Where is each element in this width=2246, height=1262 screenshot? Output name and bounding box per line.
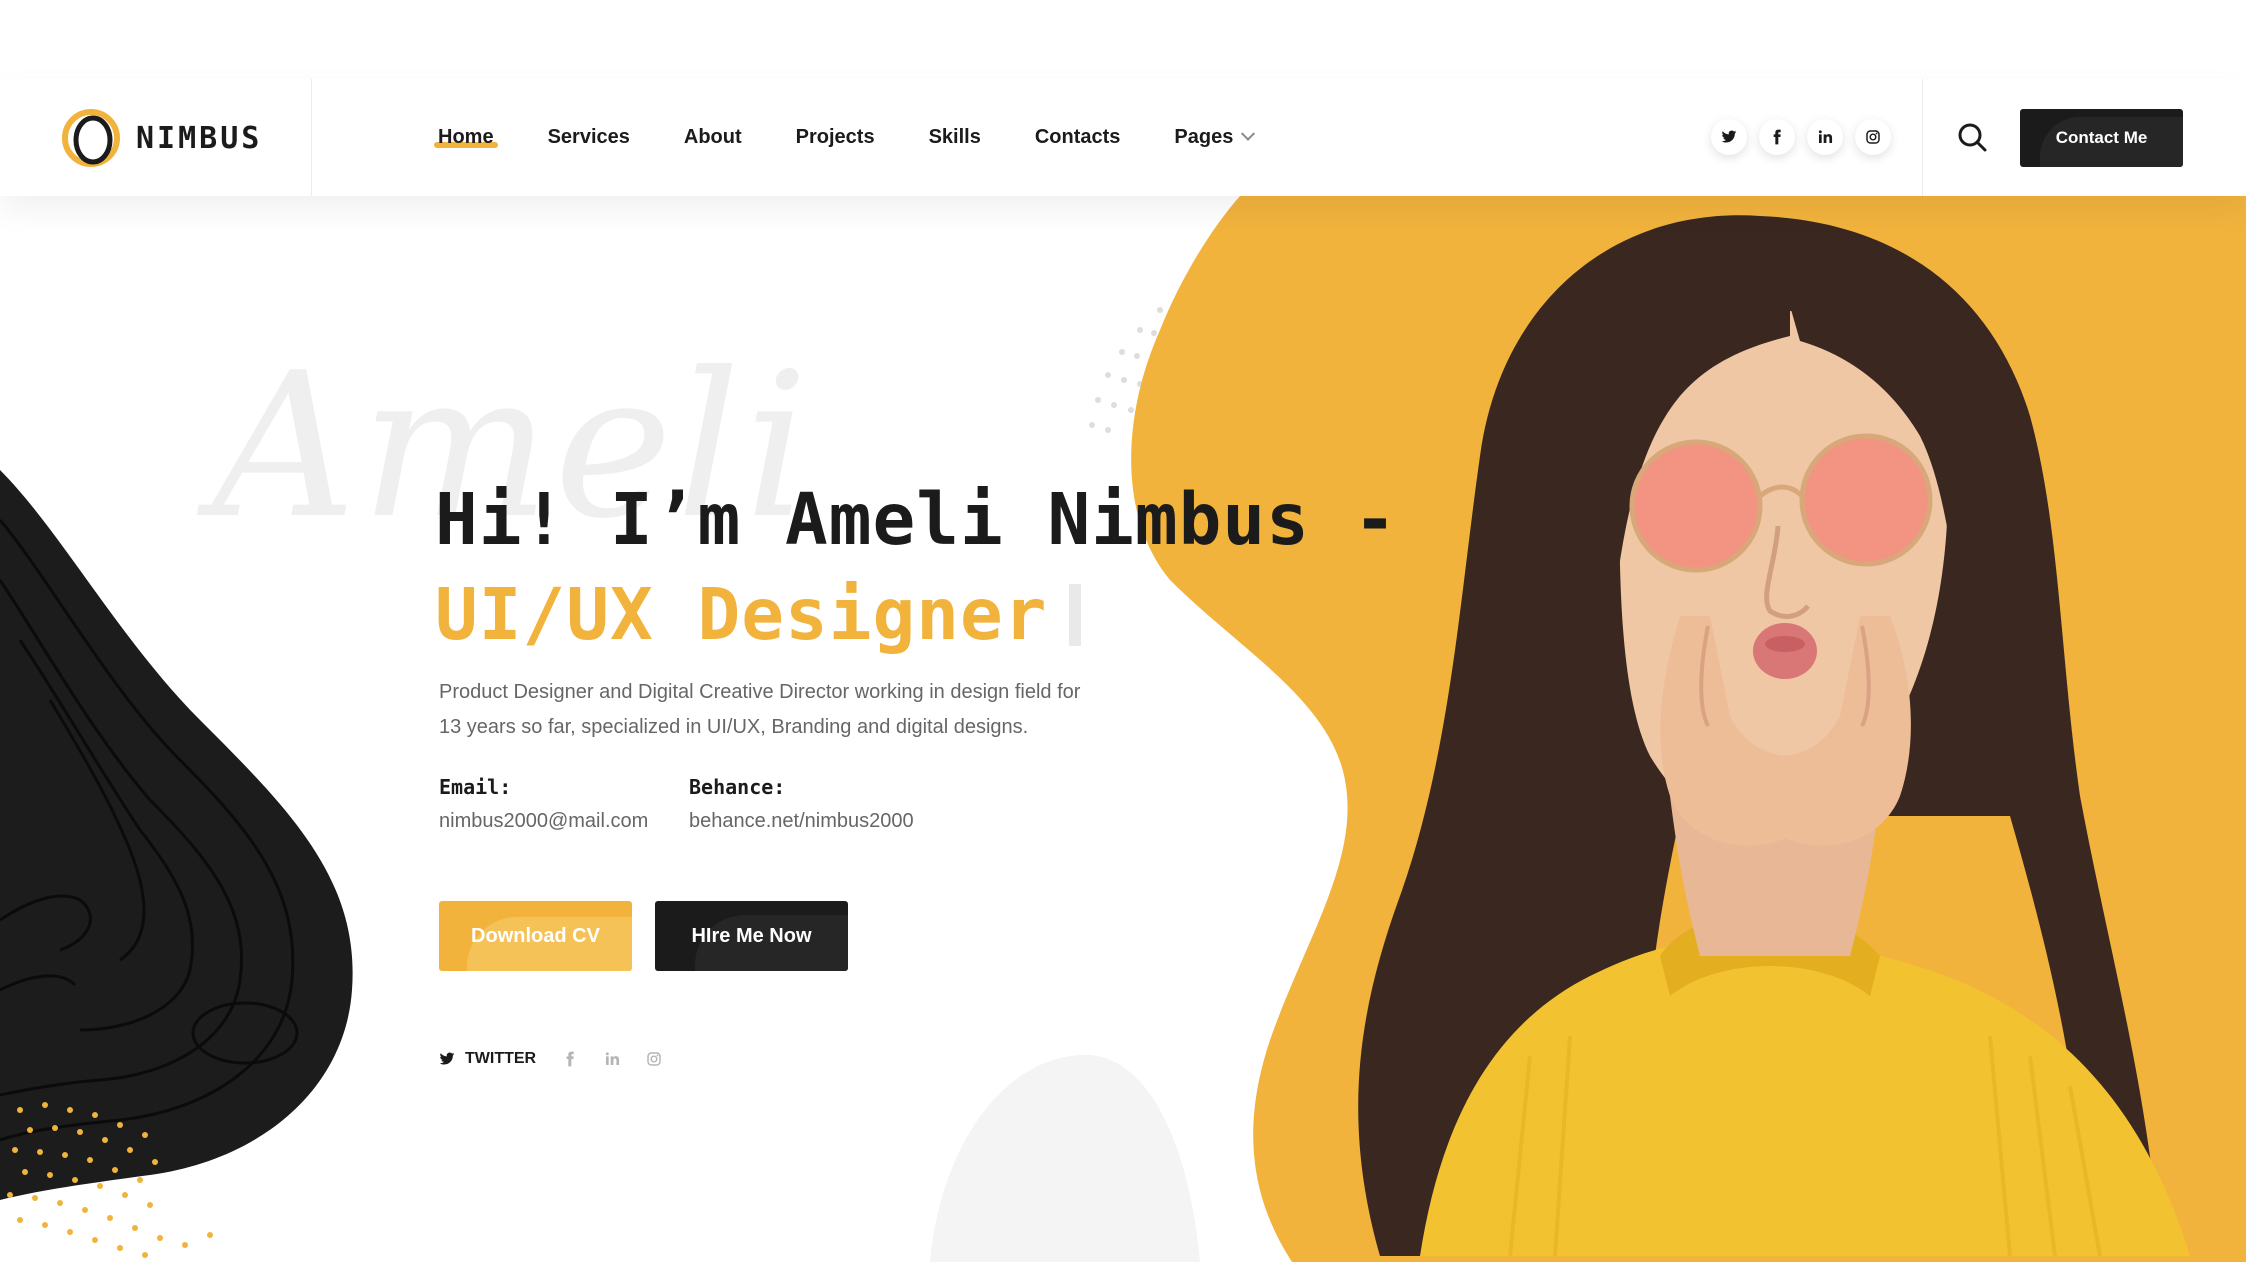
hero-subtitle: UI/UX Designer <box>435 573 1082 656</box>
hero-role: UI/UX Designer <box>435 573 1048 656</box>
brand-logo[interactable]: NIMBUS <box>58 105 308 171</box>
header-divider-right <box>1922 79 1923 196</box>
hire-me-button[interactable]: HIre Me Now <box>655 901 848 971</box>
hero-description: Product Designer and Digital Creative Di… <box>439 675 1119 745</box>
typing-cursor <box>1069 583 1082 646</box>
twitter-link[interactable]: TWITTER <box>439 1050 536 1068</box>
header-social-links <box>1711 119 1903 155</box>
twitter-label: TWITTER <box>465 1050 537 1067</box>
grey-blob <box>930 1054 1200 1262</box>
nav-item-home[interactable]: Home <box>434 126 498 149</box>
brand-name: NIMBUS <box>136 120 263 156</box>
description-line-2: 13 years so far, specialized in UI/UX, B… <box>439 716 1029 738</box>
description-line-1: Product Designer and Digital Creative Di… <box>439 681 1081 703</box>
header-divider-left <box>311 79 312 196</box>
twitter-icon[interactable] <box>1711 119 1747 155</box>
nav-item-contacts[interactable]: Contacts <box>1035 126 1121 149</box>
site-header: NIMBUS Home Services About Projects Skil… <box>0 79 2246 196</box>
dark-blob <box>0 470 353 1200</box>
search-icon[interactable] <box>1956 121 1988 153</box>
hero-title: Hi! I’m Ameli Nimbus - <box>435 478 1398 561</box>
facebook-icon[interactable] <box>1759 119 1795 155</box>
chevron-down-icon <box>1241 126 1256 141</box>
nav-item-projects[interactable]: Projects <box>796 126 875 149</box>
email-label: Email: <box>439 775 512 799</box>
facebook-icon[interactable] <box>562 1051 578 1067</box>
hero-social-links: TWITTER <box>439 1050 662 1068</box>
logo-mark-icon <box>62 109 120 167</box>
linkedin-icon[interactable] <box>1807 119 1843 155</box>
linkedin-icon[interactable] <box>604 1051 620 1067</box>
download-cv-button[interactable]: Download CV <box>439 901 632 971</box>
behance-value[interactable]: behance.net/nimbus2000 <box>689 810 914 833</box>
behance-label: Behance: <box>689 775 786 799</box>
nav-item-about[interactable]: About <box>684 126 742 149</box>
nav-item-pages[interactable]: Pages <box>1174 126 1256 149</box>
email-value[interactable]: nimbus2000@mail.com <box>439 810 648 833</box>
twitter-icon <box>439 1052 455 1065</box>
instagram-icon[interactable] <box>646 1051 662 1067</box>
instagram-icon[interactable] <box>1855 119 1891 155</box>
nav-item-services[interactable]: Services <box>548 126 630 149</box>
portrait-image <box>1358 215 2190 1256</box>
main-nav: Home Services About Projects Skills Cont… <box>434 79 1307 196</box>
nav-item-skills[interactable]: Skills <box>929 126 981 149</box>
contact-me-button[interactable]: Contact Me <box>2020 109 2183 167</box>
